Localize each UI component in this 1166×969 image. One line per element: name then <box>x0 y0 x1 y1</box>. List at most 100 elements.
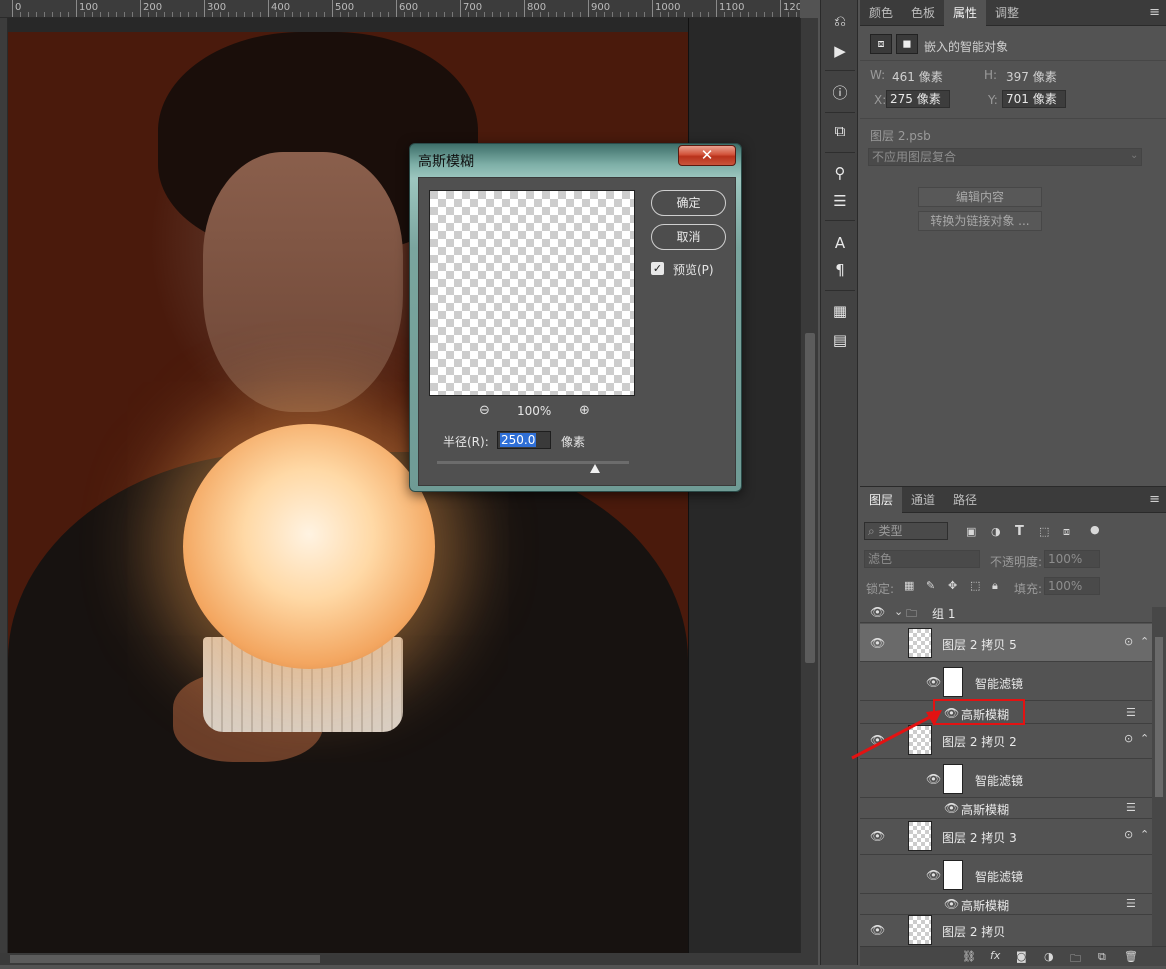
layer-row[interactable]: 👁︎ 图层 2 拷贝 5 ⊙ ⌃ <box>860 624 1152 662</box>
visibility-eye-icon[interactable]: 👁︎ <box>870 636 885 650</box>
convert-to-linked-button[interactable]: 转换为链接对象 ... <box>918 211 1042 231</box>
layer-group-row[interactable]: 👁︎ ⌄ 🗀 组 1 <box>860 601 1152 623</box>
tab-color[interactable]: 颜色 <box>860 0 902 26</box>
filter-effect-row[interactable]: 👁︎ 高斯模糊 ☰ <box>860 797 1152 819</box>
libraries-icon[interactable]: ▦ <box>827 298 853 324</box>
adjustment-layer-icon[interactable]: ◑ <box>1044 950 1054 963</box>
image-filter-icon[interactable]: ▣ <box>966 525 976 538</box>
type-filter-icon[interactable]: T <box>1015 524 1024 539</box>
chevron-up-icon[interactable]: ⌃ <box>1140 732 1149 745</box>
lock-transparent-icon[interactable]: ▦ <box>904 579 914 592</box>
layer-name[interactable]: 图层 2 拷贝 3 <box>942 829 1017 846</box>
visibility-eye-icon[interactable]: 👁︎ <box>926 675 941 689</box>
visibility-eye-icon[interactable]: 👁︎ <box>870 829 885 843</box>
radius-slider-handle[interactable] <box>590 464 600 473</box>
tab-properties[interactable]: 属性 <box>944 0 987 26</box>
add-mask-icon[interactable]: ◙ <box>1016 950 1027 963</box>
link-layers-icon[interactable]: ⛓ <box>962 950 976 963</box>
layer-row[interactable]: 👁︎ 图层 2 拷贝 3 ⊙ ⌃ <box>860 817 1152 855</box>
blend-mode-select[interactable]: 滤色 <box>864 550 980 568</box>
brush-presets-icon[interactable]: ⚲ <box>827 160 853 186</box>
scroll-thumb[interactable] <box>1155 637 1163 797</box>
layer-name[interactable]: 图层 2 拷贝 2 <box>942 733 1017 750</box>
shape-filter-icon[interactable]: ⬚ <box>1039 525 1049 538</box>
visibility-eye-icon[interactable]: 👁︎ <box>870 923 885 937</box>
fill-field[interactable]: 100% <box>1044 577 1100 595</box>
radius-slider-track[interactable] <box>437 461 629 464</box>
cancel-button[interactable]: 取消 <box>651 224 726 250</box>
blur-preview[interactable] <box>429 190 635 396</box>
opacity-field[interactable]: 100% <box>1044 550 1100 568</box>
filter-blending-options-icon[interactable]: ☰ <box>1126 801 1136 814</box>
smart-filter-badge-icon[interactable]: ⊙ <box>1124 828 1133 841</box>
smart-filter-badge-icon[interactable]: ⊙ <box>1124 635 1133 648</box>
height-value[interactable]: 397 像素 <box>1006 68 1057 85</box>
scroll-thumb[interactable] <box>10 955 320 963</box>
lock-all-icon[interactable]: 🔒︎ <box>992 579 998 593</box>
layer-name[interactable]: 图层 2 拷贝 <box>942 923 1005 940</box>
filter-blending-options-icon[interactable]: ☰ <box>1126 897 1136 910</box>
preview-checkbox[interactable]: ✓ <box>651 262 664 275</box>
smart-filter-row[interactable]: 👁︎ 智能滤镜 <box>860 663 1152 701</box>
preview-label[interactable]: 预览(P) <box>673 261 714 278</box>
layer-filter-select[interactable]: ⌕ 类型 <box>864 522 948 540</box>
mask-icon[interactable]: ◼ <box>896 34 918 54</box>
visibility-eye-icon[interactable]: 👁︎ <box>944 897 959 911</box>
filter-effect-name[interactable]: 高斯模糊 <box>961 897 1009 914</box>
clone-source-icon[interactable]: ⧉ <box>827 118 853 144</box>
visibility-eye-icon[interactable]: 👁︎ <box>926 868 941 882</box>
filter-mask-thumbnail[interactable] <box>943 667 963 697</box>
ok-button[interactable]: 确定 <box>651 190 726 216</box>
filter-effect-row[interactable]: 👁︎ 高斯模糊 ☰ <box>860 893 1152 915</box>
width-value[interactable]: 461 像素 <box>892 68 943 85</box>
adjustment-filter-icon[interactable]: ◑ <box>991 525 1001 538</box>
tab-swatches[interactable]: 色板 <box>902 0 944 26</box>
lock-paint-icon[interactable]: ✎ <box>926 579 935 592</box>
zoom-out-icon[interactable]: ⊖ <box>479 403 490 418</box>
zoom-in-icon[interactable]: ⊕ <box>579 403 590 418</box>
close-button[interactable]: ✕ <box>678 145 736 166</box>
smart-filter-row[interactable]: 👁︎ 智能滤镜 <box>860 856 1152 894</box>
edit-contents-button[interactable]: 编辑内容 <box>918 187 1042 207</box>
notes-icon[interactable]: ▤ <box>827 327 853 353</box>
chevron-down-icon[interactable]: ⌄ <box>894 605 903 618</box>
canvas-horizontal-scrollbar[interactable] <box>0 953 818 965</box>
smart-object-filter-icon[interactable]: ⧈ <box>1063 525 1070 539</box>
smart-filter-badge-icon[interactable]: ⊙ <box>1124 732 1133 745</box>
paragraph-icon[interactable]: ¶ <box>827 257 853 283</box>
adjustments-sliders-icon[interactable]: ☰ <box>827 188 853 214</box>
info-icon[interactable]: ⓘ <box>827 79 853 105</box>
chevron-up-icon[interactable]: ⌃ <box>1140 828 1149 841</box>
visibility-eye-icon[interactable]: 👁︎ <box>944 801 959 815</box>
history-icon[interactable]: ⎌ <box>827 8 853 34</box>
radius-input[interactable]: 250.0 <box>497 431 551 449</box>
filter-toggle-icon[interactable]: ● <box>1090 523 1100 536</box>
y-position-field[interactable]: 701 像素 <box>1002 90 1066 108</box>
layer-name[interactable]: 图层 2 拷贝 5 <box>942 636 1017 653</box>
fx-icon[interactable]: fx <box>990 949 1000 962</box>
actions-play-icon[interactable]: ▶ <box>827 38 853 64</box>
scroll-thumb[interactable] <box>805 333 815 663</box>
filter-blending-options-icon[interactable]: ☰ <box>1126 706 1136 719</box>
new-group-icon[interactable]: 🗀 <box>1070 950 1081 969</box>
layer-row[interactable]: 👁︎ 图层 2 拷贝 <box>860 913 1152 947</box>
filter-mask-thumbnail[interactable] <box>943 764 963 794</box>
visibility-eye-icon[interactable]: 👁︎ <box>870 605 885 619</box>
lock-position-icon[interactable]: ✥ <box>948 579 957 592</box>
tab-adjustments[interactable]: 调整 <box>986 0 1028 26</box>
group-name[interactable]: 组 1 <box>932 605 955 622</box>
tab-channels[interactable]: 通道 <box>902 487 944 513</box>
smart-filter-row[interactable]: 👁︎ 智能滤镜 <box>860 760 1152 798</box>
filter-effect-name[interactable]: 高斯模糊 <box>961 801 1009 818</box>
canvas-vertical-scrollbar[interactable] <box>800 18 818 953</box>
panel-menu-icon[interactable]: ≡ <box>1149 487 1160 513</box>
new-layer-icon[interactable]: ⧉ <box>1098 950 1106 964</box>
chevron-up-icon[interactable]: ⌃ <box>1140 635 1149 648</box>
filter-mask-thumbnail[interactable] <box>943 860 963 890</box>
tab-layers[interactable]: 图层 <box>860 487 903 513</box>
character-icon[interactable]: A <box>827 230 853 256</box>
panel-menu-icon[interactable]: ≡ <box>1149 0 1160 26</box>
layer-comp-select[interactable]: 不应用图层复合 <box>868 148 1142 166</box>
layers-scrollbar[interactable] <box>1152 607 1166 947</box>
tab-paths[interactable]: 路径 <box>944 487 986 513</box>
